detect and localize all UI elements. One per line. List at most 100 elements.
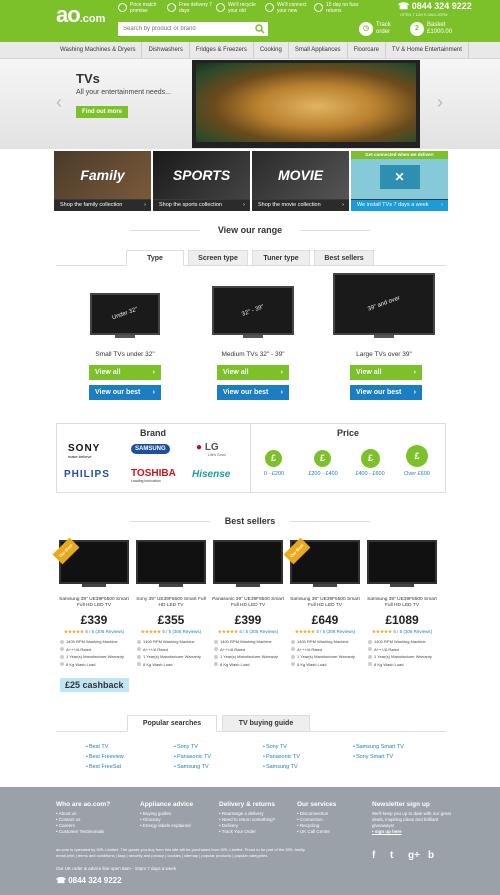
nav-item-small-appliances[interactable]: Small Appliances xyxy=(289,42,348,58)
find-out-more-button[interactable]: Find out more xyxy=(76,106,128,118)
newsletter-link[interactable]: • sign up here xyxy=(372,829,452,835)
price-range-0-200[interactable]: 0 - £200 xyxy=(249,471,299,477)
footer-phone[interactable]: ☎ 0844 324 9222 xyxy=(56,876,122,885)
nav-item-tv[interactable]: TV & Home Entertainment xyxy=(386,42,469,58)
footer-link[interactable]: Customer Testimonials xyxy=(56,829,104,835)
tab-tuner-type[interactable]: Tuner type xyxy=(252,250,310,266)
nav-item-cooking[interactable]: Cooking xyxy=(254,42,289,58)
brand-hisense[interactable]: Hisense xyxy=(192,469,230,480)
small-view-best-button[interactable]: View our best xyxy=(89,385,161,400)
family-collection-tile[interactable]: Family Shop the family collection xyxy=(54,151,151,211)
search-icon[interactable] xyxy=(255,24,265,34)
tv-stand xyxy=(159,584,183,587)
ao-logo[interactable]: ao.com xyxy=(56,4,105,30)
popular-link[interactable]: Sony Smart TV xyxy=(353,752,404,762)
popular-link[interactable]: Samsung TV xyxy=(174,762,211,772)
medium-tv-image[interactable]: 32" - 39" xyxy=(212,286,294,335)
large-view-best-button[interactable]: View our best xyxy=(350,385,422,400)
popular-link[interactable]: Best Freeview xyxy=(86,752,124,762)
pound-icon[interactable]: £ xyxy=(406,445,428,467)
small-tv-image[interactable]: Under 32" xyxy=(90,293,160,335)
footer-link[interactable]: Track Your Order xyxy=(219,829,275,835)
brand-toshiba[interactable]: TOSHIBA Leading Innovation xyxy=(131,468,176,483)
google-plus-icon[interactable]: g+ xyxy=(408,850,420,861)
usp-recycle[interactable]: We'll recycle your old xyxy=(216,2,262,16)
nav-item-floorcare[interactable]: Floorcare xyxy=(348,42,386,58)
basket-button[interactable]: 2 Basket £1000.00 xyxy=(410,22,452,36)
header-phone[interactable]: ☎ 0844 324 9222 xyxy=(398,1,472,12)
movie-collection-link[interactable]: Shop the movie collection xyxy=(252,200,349,211)
tab-screen-type[interactable]: Screen type xyxy=(188,250,248,266)
logo-text: ao xyxy=(56,2,81,27)
footer-link[interactable]: Energy labels explained xyxy=(140,823,191,829)
review-count[interactable]: 5 / 5 (306 Reviews) xyxy=(85,629,124,634)
chevron-right-icon[interactable]: › xyxy=(433,92,447,112)
product-card[interactable]: Samsung 39" UE39F5500 Smart Full HD LED … xyxy=(364,540,440,668)
tab-type[interactable]: Type xyxy=(126,250,184,266)
review-count[interactable]: 5 / 5 (306 Reviews) xyxy=(239,629,278,634)
sports-collection-tile[interactable]: SPORTS Shop the sports collection xyxy=(153,151,250,211)
large-tv-image[interactable]: 39" and over xyxy=(333,273,435,335)
nav-item-dishwashers[interactable]: Dishwashers xyxy=(142,42,190,58)
small-view-all-button[interactable]: View all xyxy=(89,365,161,380)
search-input[interactable] xyxy=(118,22,268,36)
install-tile[interactable]: ✕ Get connected when we deliver! We inst… xyxy=(351,151,448,211)
movie-collection-tile[interactable]: MOVIE Shop the movie collection xyxy=(252,151,349,211)
nav-item-washing-machines[interactable]: Washing Machines & Dryers xyxy=(54,42,143,58)
review-count[interactable]: 5 / 5 (306 Reviews) xyxy=(316,629,355,634)
install-link[interactable]: We install TVs 7 days a week xyxy=(351,200,448,211)
product-tv-image[interactable] xyxy=(367,540,437,584)
product-tv-image[interactable] xyxy=(136,540,206,584)
price-range-400-600[interactable]: £400 - £600 xyxy=(345,471,395,477)
usp-returns[interactable]: 15 day no fuss returns xyxy=(314,2,360,16)
popular-link[interactable]: Sony TV xyxy=(263,742,300,752)
nav-item-fridges[interactable]: Fridges & Freezers xyxy=(190,42,254,58)
product-name[interactable]: Samsung 39" UE39F5500 Smart Full HD LED … xyxy=(287,597,363,609)
footer-legal-links[interactable]: email print | terms and conditions | faq… xyxy=(56,853,356,859)
popular-link[interactable]: Panasonic TV xyxy=(174,752,211,762)
price-range-200-400[interactable]: £200 - £400 xyxy=(298,471,348,477)
pound-icon[interactable]: £ xyxy=(314,450,331,467)
facebook-icon[interactable]: f xyxy=(372,850,375,861)
product-name[interactable]: Samsung 39" UE39F5500 Smart Full HD LED … xyxy=(56,597,132,609)
popular-link[interactable]: Samsung Smart TV xyxy=(353,742,404,752)
chevron-left-icon[interactable]: ‹ xyxy=(52,92,66,112)
track-order-button[interactable]: ◷ Track order xyxy=(359,22,402,36)
popular-link[interactable]: Sony TV xyxy=(174,742,211,752)
product-card[interactable]: Panasonic 39" UE39F5500 Smart Full HD LE… xyxy=(210,540,286,668)
tab-tv-buying-guide[interactable]: TV buying guide xyxy=(222,715,310,732)
brand-samsung[interactable]: SAMSUNG xyxy=(131,444,170,454)
brand-lg[interactable]: ● LG Life's Good xyxy=(196,442,226,457)
review-count[interactable]: 5 / 5 (306 Reviews) xyxy=(393,629,432,634)
popular-link[interactable]: Best FreeSat xyxy=(86,762,124,772)
pound-icon[interactable]: £ xyxy=(265,450,282,467)
large-view-all-button[interactable]: View all xyxy=(350,365,422,380)
twitter-icon[interactable]: t xyxy=(390,850,393,861)
brand-philips[interactable]: PHILIPS xyxy=(64,469,110,480)
product-card[interactable]: Sony 39" UE39F5500 Smart Full HD LED TV £… xyxy=(133,540,209,668)
medium-view-best-button[interactable]: View our best xyxy=(217,385,289,400)
product-name[interactable]: Panasonic 39" UE39F5500 Smart Full HD LE… xyxy=(210,597,286,609)
cashback-badge[interactable]: £25 cashback xyxy=(60,678,129,692)
popular-link[interactable]: Panasonic TV xyxy=(263,752,300,762)
product-name[interactable]: Samsung 39" UE39F5500 Smart Full HD LED … xyxy=(364,597,440,609)
blog-icon[interactable]: b xyxy=(428,850,434,861)
popular-link[interactable]: Samsung TV xyxy=(263,762,300,772)
tab-best-sellers[interactable]: Best sellers xyxy=(314,250,374,266)
usp-price-match[interactable]: Price match promise xyxy=(118,2,164,16)
product-tv-image[interactable] xyxy=(213,540,283,584)
footer-link[interactable]: UK Call Centre xyxy=(297,829,330,835)
product-name[interactable]: Sony 39" UE39F5500 Smart Full HD LED TV xyxy=(133,597,209,609)
tab-popular-searches[interactable]: Popular searches xyxy=(127,715,217,732)
price-range-over-600[interactable]: Over £600 xyxy=(392,471,442,477)
footer-phone-number: 0844 324 9222 xyxy=(68,876,122,885)
brand-sony[interactable]: SONY make.believe xyxy=(68,443,100,459)
pound-icon[interactable]: £ xyxy=(361,449,380,468)
family-collection-link[interactable]: Shop the family collection xyxy=(54,200,151,211)
sports-collection-link[interactable]: Shop the sports collection xyxy=(153,200,250,211)
medium-view-all-button[interactable]: View all xyxy=(217,365,289,380)
usp-connect[interactable]: We'll connect your new xyxy=(265,2,311,16)
popular-link[interactable]: Best TV xyxy=(86,742,124,752)
usp-free-delivery[interactable]: Free delivery 7 days xyxy=(167,2,213,16)
review-count[interactable]: 5 / 5 (306 Reviews) xyxy=(162,629,201,634)
